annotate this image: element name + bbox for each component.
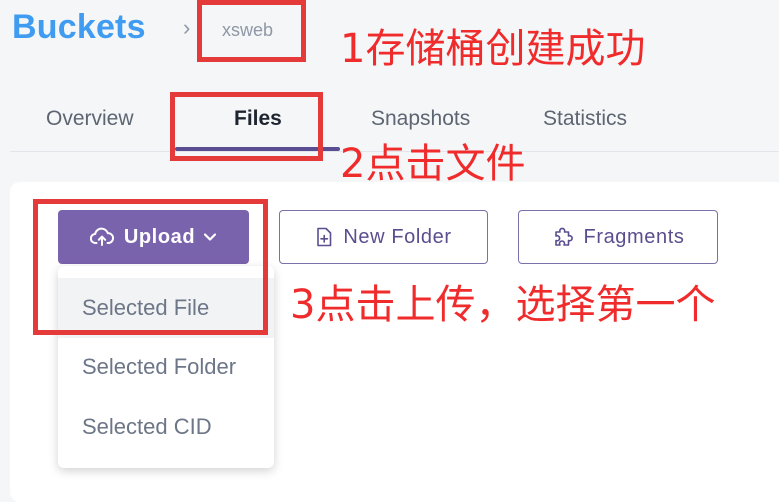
tab-overview[interactable]: Overview <box>46 107 134 131</box>
annotation-step-3: 3点击上传，选择第一个 <box>290 282 716 328</box>
puzzle-icon <box>552 227 574 247</box>
fragments-button-label: Fragments <box>583 225 685 248</box>
new-folder-button-label: New Folder <box>343 225 452 248</box>
menu-item-selected-folder[interactable]: Selected Folder <box>58 337 274 397</box>
tab-statistics[interactable]: Statistics <box>543 107 627 131</box>
annotation-step-2: 2点击文件 <box>340 141 526 187</box>
annotation-box-upload <box>33 199 268 335</box>
new-folder-button[interactable]: New Folder <box>279 210 488 264</box>
annotation-step-1: 1存储桶创建成功 <box>340 26 646 72</box>
page-title: Buckets <box>12 8 146 46</box>
menu-item-selected-cid[interactable]: Selected CID <box>58 397 274 457</box>
breadcrumb-separator-icon: › <box>183 15 191 40</box>
annotation-box-bucket <box>197 0 306 62</box>
fragments-button[interactable]: Fragments <box>518 210 718 264</box>
file-plus-icon <box>315 227 333 247</box>
tab-snapshots[interactable]: Snapshots <box>371 107 470 131</box>
annotation-box-files-tab <box>170 92 323 161</box>
